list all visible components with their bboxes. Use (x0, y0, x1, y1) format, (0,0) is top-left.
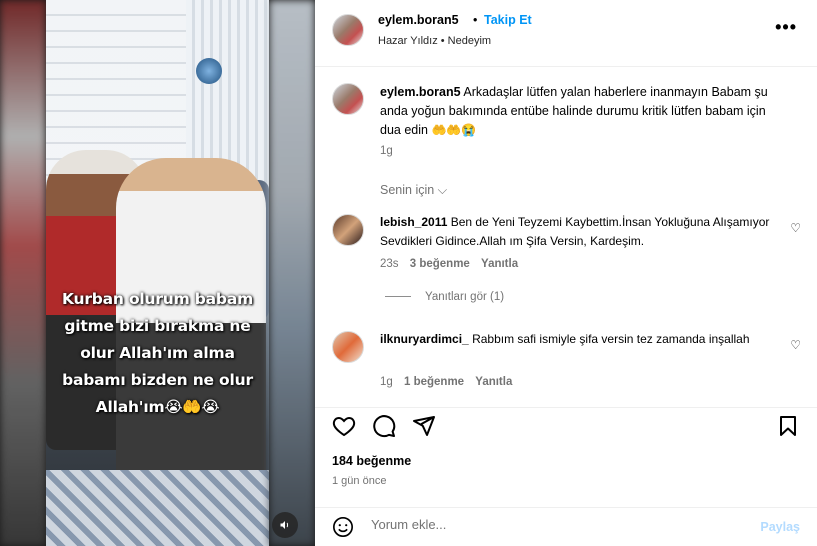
caption-time: 1g (380, 145, 393, 157)
speaker-icon[interactable] (272, 512, 298, 538)
post-header: eylem.boran5 • Takip Et Hazar Yıldız • N… (315, 0, 817, 67)
like-count[interactable]: 184 beğenme (332, 454, 411, 468)
comment-body: lebish_2011 Ben de Yeni Teyzemi Kaybetti… (380, 213, 780, 251)
comment-body: ilknuryardimci_ Rabbım safi ismiyle şifa… (380, 330, 780, 349)
comment-likes[interactable]: 1 beğenme (404, 376, 464, 388)
comment-meta: 1g 1 beğenme Yanıtla (380, 376, 512, 388)
like-comment-heart-icon[interactable]: ♡ (790, 338, 801, 352)
comment-icon[interactable] (372, 414, 396, 438)
commenter-username[interactable]: ilknuryardimci_ (380, 332, 469, 346)
post-comment-button[interactable]: Paylaş (760, 520, 800, 534)
comment-likes[interactable]: 3 beğenme (410, 258, 470, 270)
video-caption-overlay: Kurban olurum babam gitme bizi bırakma n… (61, 290, 254, 416)
comments-section: eylem.boran5 Arkadaşlar lütfen yalan hab… (315, 67, 817, 407)
caption-username[interactable]: eylem.boran5 (380, 85, 461, 99)
media-blur-left (0, 0, 46, 546)
commenter-username[interactable]: lebish_2011 (380, 215, 447, 229)
author-avatar[interactable] (332, 14, 364, 46)
commenter-avatar[interactable] (332, 214, 364, 246)
caption-body: eylem.boran5 Arkadaşlar lütfen yalan hab… (380, 83, 780, 140)
comment-meta: 23s 3 beğenme Yanıtla (380, 258, 518, 270)
audio-subtitle[interactable]: Hazar Yıldız • Nedeyim (378, 35, 491, 47)
post-media[interactable]: Kurban olurum babam gitme bizi bırakma n… (0, 0, 315, 546)
reply-button[interactable]: Yanıtla (481, 258, 518, 270)
comment-time: 23s (380, 258, 399, 270)
commenter-avatar[interactable] (332, 331, 364, 363)
post-side-panel: eylem.boran5 • Takip Et Hazar Yıldız • N… (315, 0, 817, 546)
view-replies-label[interactable]: Yanıtları gör (1) (425, 291, 504, 303)
media-blur-right (269, 0, 315, 546)
author-avatar[interactable] (332, 83, 364, 115)
more-options-icon[interactable]: ••• (775, 18, 797, 36)
separator-dot: • (473, 13, 478, 27)
rug (46, 470, 269, 546)
heart-icon[interactable] (332, 414, 356, 438)
like-comment-heart-icon[interactable]: ♡ (790, 221, 801, 235)
comment-time: 1g (380, 376, 393, 388)
reply-button[interactable]: Yanıtla (475, 376, 512, 388)
emoji-icon[interactable] (332, 516, 354, 538)
share-icon[interactable] (412, 414, 436, 438)
hanging-ornament (196, 58, 222, 84)
view-replies-button[interactable]: Yanıtları gör (1) (385, 291, 504, 303)
comment-text: Rabbım safi ismiyle şifa versin tez zama… (472, 332, 750, 346)
follow-button[interactable]: Takip Et (484, 13, 532, 27)
post-video-frame[interactable] (46, 0, 269, 546)
comment-input[interactable] (371, 517, 751, 532)
author-username[interactable]: eylem.boran5 (378, 13, 459, 27)
replies-divider (385, 296, 411, 298)
bookmark-icon[interactable] (776, 414, 800, 438)
post-time[interactable]: 1 gün önce (332, 475, 386, 487)
comment-composer: Paylaş (315, 507, 817, 546)
comment-filter-dropdown[interactable]: Senin için ⌵ (380, 183, 447, 198)
post-actions: 184 beğenme 1 gün önce (315, 407, 817, 507)
caption-emojis: 🤲🤲😭 (431, 123, 477, 137)
